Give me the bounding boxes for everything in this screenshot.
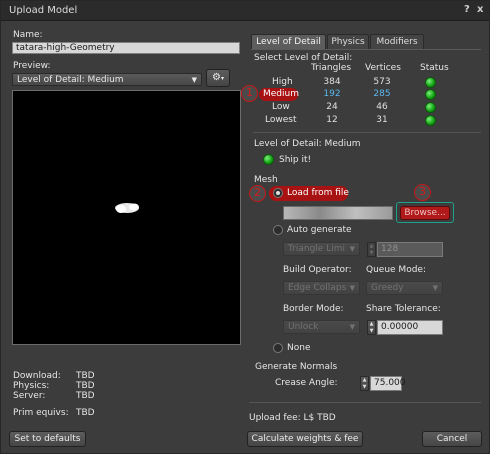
lod-row-high-vertices: 573 — [373, 77, 391, 87]
annotation-2-marker: 2 — [249, 185, 266, 202]
lod-row-lowest-status-icon — [425, 115, 436, 126]
upload-fee-label: Upload fee: L$ TBD — [249, 413, 336, 423]
current-lod-label: Level of Detail: Medium — [254, 139, 361, 149]
browse-button[interactable]: Browse... — [400, 206, 450, 220]
triangle-limit-select[interactable]: Triangle Limi ▼ — [283, 242, 360, 256]
triangle-limit-select-value: Triangle Limi — [288, 244, 345, 254]
gear-icon: ⚙ — [212, 72, 221, 83]
model-preview-viewport[interactable] — [12, 90, 241, 345]
chevron-down-icon: ▼ — [432, 284, 438, 292]
server-label: Server: — [13, 391, 46, 401]
ship-it-label: Ship it! — [279, 155, 312, 165]
physics-label: Physics: — [13, 381, 50, 391]
lod-row-high-triangles: 384 — [323, 77, 341, 87]
border-mode-label: Border Mode: — [283, 304, 344, 314]
triangle-limit-stepper[interactable]: ▲ ▼ — [367, 242, 376, 257]
mesh-section-label: Mesh — [254, 175, 278, 185]
title-bar: Upload Model ? x — [1, 1, 489, 21]
auto-generate-radio[interactable] — [273, 225, 283, 235]
share-tolerance-label: Share Tolerance: — [366, 304, 441, 314]
build-operator-select[interactable]: Edge Collaps ▼ — [283, 281, 360, 295]
tab-modifiers[interactable]: Modifiers — [370, 34, 424, 49]
share-tolerance-input[interactable]: 0.00000 — [377, 320, 443, 335]
crease-angle-input[interactable]: 75.000 — [370, 376, 406, 391]
auto-generate-label[interactable]: Auto generate — [287, 225, 352, 235]
tab-physics[interactable]: Physics — [327, 34, 369, 49]
preview-lod-select-value: Level of Detail: Medium — [17, 75, 124, 85]
lod-row-low-triangles: 24 — [326, 102, 338, 112]
annotation-3-marker: 3 — [414, 184, 431, 201]
lod-row-medium-vertices: 285 — [373, 89, 391, 99]
close-icon[interactable]: x — [477, 4, 483, 15]
preview-options-gear-button[interactable]: ⚙▾ — [206, 69, 230, 87]
chevron-down-icon: ▼ — [349, 284, 355, 292]
load-from-file-label[interactable]: Load from file — [287, 188, 349, 198]
prim-equivs-label: Prim equivs: — [13, 408, 69, 418]
calculate-weights-fee-button[interactable]: Calculate weights & fee — [247, 431, 363, 447]
queue-mode-select-value: Greedy — [371, 283, 404, 293]
window-title: Upload Model — [9, 5, 78, 16]
chevron-down-icon: ▼ — [349, 245, 355, 253]
select-lod-label: Select Level of Detail: — [254, 53, 353, 63]
preview-label: Preview: — [13, 61, 51, 71]
preview-lod-select[interactable]: Level of Detail: Medium ▼ — [12, 73, 202, 86]
name-input[interactable]: tatara-high-Geometry — [12, 42, 240, 54]
chevron-down-icon: ▼ — [349, 323, 355, 331]
lod-row-lowest-vertices: 31 — [376, 115, 388, 125]
generate-normals-label: Generate Normals — [255, 362, 338, 372]
triangles-header: Triangles — [311, 63, 352, 73]
lod-row-medium-triangles: 192 — [323, 89, 341, 99]
lod-row-lowest-label[interactable]: Lowest — [265, 115, 296, 125]
crease-angle-stepper[interactable]: ▲ ▼ — [360, 376, 369, 391]
tab-divider — [251, 49, 481, 50]
lod-row-high-label[interactable]: High — [272, 77, 293, 87]
tab-level-of-detail[interactable]: Level of Detail — [251, 34, 326, 49]
build-operator-label: Build Operator: — [283, 265, 352, 275]
cancel-button[interactable]: Cancel — [422, 431, 482, 447]
share-tolerance-stepper[interactable]: ▲ ▼ — [367, 320, 376, 335]
file-path-field[interactable] — [283, 206, 393, 220]
upload-model-window: Upload Model ? x Name: tatara-high-Geome… — [0, 0, 490, 454]
model-preview-shape — [115, 203, 139, 213]
load-from-file-radio[interactable] — [273, 188, 283, 198]
divider — [253, 132, 481, 133]
queue-mode-label: Queue Mode: — [366, 265, 426, 275]
build-operator-select-value: Edge Collaps — [288, 283, 347, 293]
border-mode-select[interactable]: Unlock ▼ — [283, 320, 360, 334]
prim-equivs-value: TBD — [76, 408, 95, 418]
crease-angle-label: Crease Angle: — [275, 378, 338, 388]
download-label: Download: — [13, 371, 61, 381]
help-icon[interactable]: ? — [464, 4, 470, 15]
server-value: TBD — [76, 391, 95, 401]
vertices-header: Vertices — [365, 63, 401, 73]
lod-row-medium-status-icon — [425, 89, 436, 100]
name-label: Name: — [13, 30, 43, 40]
chevron-down-icon: ▼ — [191, 76, 197, 84]
ship-it-status-icon — [263, 154, 274, 165]
chevron-down-icon: ▾ — [220, 75, 224, 82]
lod-row-lowest-triangles: 12 — [326, 115, 338, 125]
divider — [249, 402, 481, 403]
none-label[interactable]: None — [287, 343, 310, 353]
lod-row-low-label[interactable]: Low — [272, 102, 290, 112]
annotation-1-marker: 1 — [241, 85, 258, 102]
lod-row-medium-label[interactable]: Medium — [263, 89, 299, 99]
queue-mode-select[interactable]: Greedy ▼ — [366, 281, 443, 295]
none-radio[interactable] — [273, 343, 283, 353]
border-mode-select-value: Unlock — [288, 322, 319, 332]
download-value: TBD — [76, 371, 95, 381]
triangle-limit-input[interactable]: 128 — [377, 242, 443, 257]
status-header: Status — [420, 63, 449, 73]
physics-value: TBD — [76, 381, 95, 391]
lod-row-low-status-icon — [425, 102, 436, 113]
lod-row-high-status-icon — [425, 77, 436, 88]
set-to-defaults-button[interactable]: Set to defaults — [9, 431, 86, 447]
lod-row-low-vertices: 46 — [376, 102, 388, 112]
